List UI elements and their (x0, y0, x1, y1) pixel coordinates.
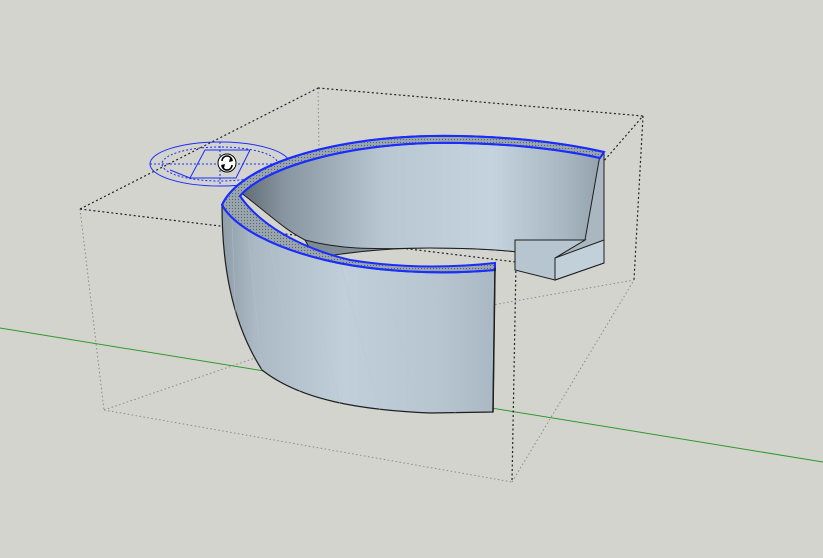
rotate-cursor-icon (217, 153, 237, 173)
scene-canvas[interactable] (0, 0, 823, 558)
modeling-viewport[interactable] (0, 0, 823, 558)
